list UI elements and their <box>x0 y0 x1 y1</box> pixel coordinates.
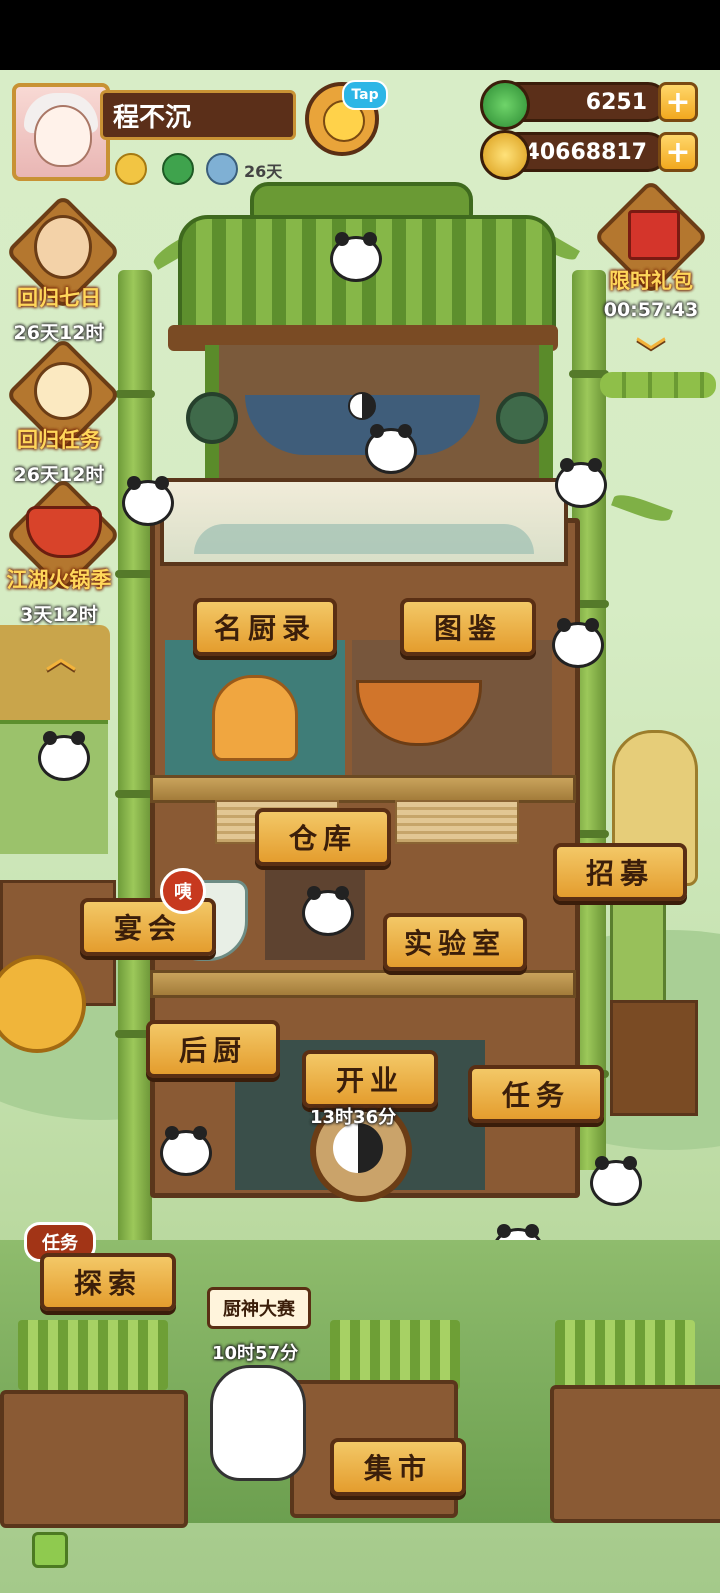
bamboo-rail <box>600 372 716 398</box>
panda-decor <box>590 1156 642 1206</box>
right-building <box>610 1000 698 1116</box>
landscape-mural <box>160 478 568 566</box>
yin-yang-icon <box>333 1123 383 1173</box>
golden-statue <box>212 675 298 761</box>
jade-buff-icon[interactable] <box>162 153 194 185</box>
chevron-up-icon[interactable]: ︿ <box>32 635 90 676</box>
sign-text: 后厨 <box>178 1034 247 1067</box>
add-coin-button[interactable]: + <box>658 132 698 172</box>
event-return-seven-days[interactable] <box>5 194 121 310</box>
crate-stack <box>610 900 666 1006</box>
floor-1 <box>150 775 576 803</box>
sign-text: 任务 <box>501 1079 570 1112</box>
bamboo-fence <box>18 1320 168 1390</box>
coin-value: 40668817 <box>524 139 647 165</box>
status-bar <box>0 0 720 70</box>
blind <box>395 800 519 844</box>
market-stall-right[interactable] <box>550 1385 720 1523</box>
bamboo-fence <box>555 1320 695 1390</box>
buff-days: 26天 <box>244 162 283 181</box>
chevron-down-icon[interactable]: ﹀ <box>622 330 680 371</box>
jade-icon <box>480 80 530 130</box>
panda-decor <box>365 424 417 474</box>
add-jade-button[interactable]: + <box>658 82 698 122</box>
bamboo-pole-left <box>115 270 155 1270</box>
gift-timer: 00:57:43 <box>603 299 699 321</box>
panda-decor <box>38 731 90 781</box>
jade-value: 6251 <box>585 89 647 115</box>
coin-buff-icon[interactable] <box>115 153 147 185</box>
chef-contest-mascot[interactable] <box>210 1365 306 1481</box>
panda-decor <box>555 458 607 508</box>
yin-yang-icon <box>348 392 376 420</box>
sign-text: 集市 <box>363 1452 432 1485</box>
sign-text: 名厨录 <box>213 612 316 645</box>
floor-2 <box>150 970 576 998</box>
coin-icon <box>480 130 530 180</box>
event-return-tasks[interactable] <box>5 337 121 453</box>
event-hotpot-season[interactable] <box>5 477 121 593</box>
sign-text: 实验室 <box>403 927 506 960</box>
recruit-button[interactable]: 招募 <box>553 843 687 901</box>
sign-text: 图鉴 <box>433 612 502 645</box>
player-name[interactable]: 程不沉 <box>100 90 296 140</box>
bowl-buff-icon[interactable] <box>206 153 238 185</box>
gift-label[interactable]: 限时礼包 <box>596 265 706 295</box>
back-kitchen-button[interactable]: 后厨 <box>146 1020 280 1078</box>
elder-icon <box>34 215 92 279</box>
panda-decor <box>552 618 604 668</box>
tasks-button[interactable]: 任务 <box>468 1065 604 1123</box>
handbook-button[interactable]: 图鉴 <box>400 598 536 656</box>
lab-button[interactable]: 实验室 <box>383 913 527 971</box>
event-label[interactable]: 回归任务 <box>0 424 118 454</box>
explore-button[interactable]: 探索 <box>40 1253 176 1311</box>
warehouse-button[interactable]: 仓库 <box>255 808 391 866</box>
open-timer: 13时36分 <box>310 1107 397 1128</box>
panda-decor <box>160 1126 212 1176</box>
lantern-icon <box>186 392 238 444</box>
sign-text: 宴会 <box>113 912 182 945</box>
banquet-badge: 咦 <box>160 868 206 914</box>
panda-decor <box>302 886 354 936</box>
player-avatar[interactable] <box>12 83 110 181</box>
open-business-button[interactable]: 开业 <box>302 1050 438 1108</box>
tap-badge: Tap <box>342 80 388 110</box>
event-label[interactable]: 回归七日 <box>0 282 118 312</box>
gift-box-icon[interactable] <box>628 210 680 260</box>
chefs-record-button[interactable]: 名厨录 <box>193 598 337 656</box>
market-button[interactable]: 集市 <box>330 1438 466 1496</box>
event-label[interactable]: 江湖火锅季 <box>0 564 118 594</box>
chef-contest-button[interactable]: 厨神大赛 <box>207 1287 311 1329</box>
panda-decor <box>122 476 174 526</box>
chat-toggle-button[interactable] <box>32 1532 68 1568</box>
event-timer: 3天12时 <box>20 604 98 626</box>
lantern-icon <box>496 392 548 444</box>
sign-text: 开业 <box>335 1064 404 1097</box>
sign-text: 招募 <box>585 857 654 890</box>
sign-text: 仓库 <box>288 822 357 855</box>
contest-timer: 10时57分 <box>212 1343 299 1364</box>
panda-decor <box>330 232 382 282</box>
bun-icon <box>34 362 92 420</box>
sign-text: 探索 <box>73 1267 142 1300</box>
market-stall-left[interactable] <box>0 1390 188 1528</box>
player-name-text: 程不沉 <box>113 102 192 133</box>
